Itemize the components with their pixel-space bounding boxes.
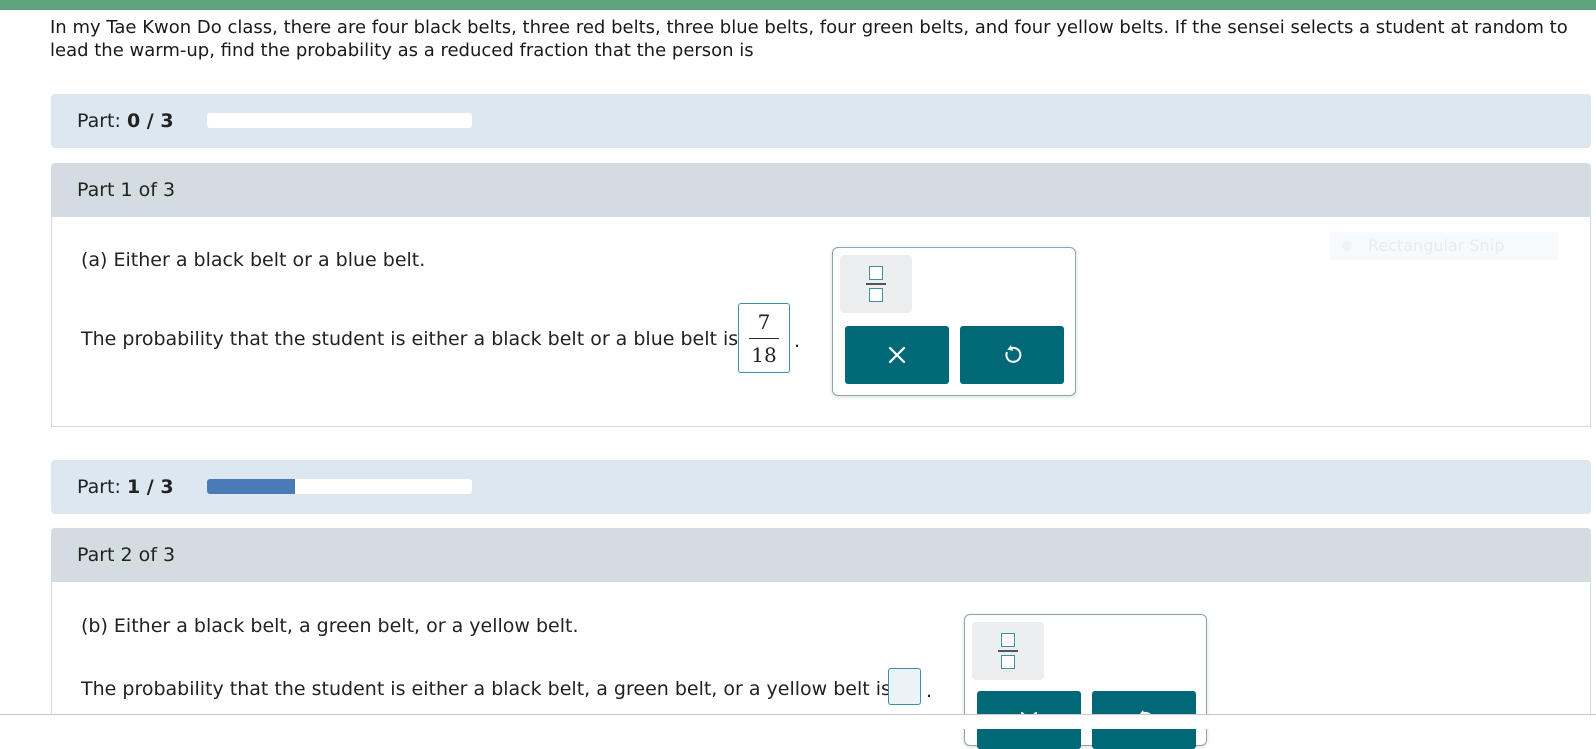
- clear-button[interactable]: [845, 326, 949, 384]
- viewport-footer: [0, 715, 1596, 729]
- part-2-header: Part 2 of 3: [51, 528, 1591, 582]
- progress-label: Part: 0 / 3: [77, 110, 174, 132]
- undo-icon: [1005, 345, 1022, 363]
- undo-button[interactable]: [960, 326, 1064, 384]
- part-2-prompt: (b) Either a black belt, a green belt, o…: [81, 615, 579, 637]
- answer-period: .: [794, 330, 801, 352]
- part-progress-1: Part: 1 / 3: [51, 460, 1591, 514]
- part-2-answer-lead: The probability that the student is eith…: [81, 678, 891, 700]
- answer-fraction: 7 18: [739, 304, 789, 372]
- question-text: In my Tae Kwon Do class, there are four …: [50, 17, 1568, 61]
- close-icon: [888, 346, 906, 364]
- rectangular-snip-overlay: Rectangular Snip: [1330, 232, 1558, 260]
- snip-icon: [1342, 241, 1352, 251]
- progress-bar-fill: [207, 479, 296, 494]
- progress-bar: [207, 479, 472, 494]
- top-accent-bar: [0, 0, 1596, 10]
- answer-period: .: [926, 680, 933, 702]
- progress-label: Part: 1 / 3: [77, 476, 174, 498]
- part-1-prompt: (a) Either a black belt or a blue belt.: [81, 249, 426, 271]
- part-1-answer-field[interactable]: 7 18: [738, 303, 790, 373]
- progress-bar: [207, 113, 472, 128]
- math-palette: [832, 247, 1076, 396]
- part-progress-0: Part: 0 / 3: [51, 94, 1591, 148]
- fraction-tool-button[interactable]: [840, 255, 912, 313]
- part-2-answer-field[interactable]: [888, 668, 921, 705]
- progress-value: 1 / 3: [126, 476, 174, 498]
- fraction-numerator[interactable]: 7: [739, 310, 789, 334]
- progress-value: 0 / 3: [126, 110, 174, 132]
- fraction-tool-button[interactable]: [972, 622, 1044, 680]
- part-1-answer-lead: The probability that the student is eith…: [81, 328, 739, 350]
- fraction-denominator[interactable]: 18: [739, 342, 789, 368]
- part-2-body: [51, 582, 1591, 723]
- part-1-header: Part 1 of 3: [51, 163, 1591, 217]
- fraction-bar: [749, 338, 779, 339]
